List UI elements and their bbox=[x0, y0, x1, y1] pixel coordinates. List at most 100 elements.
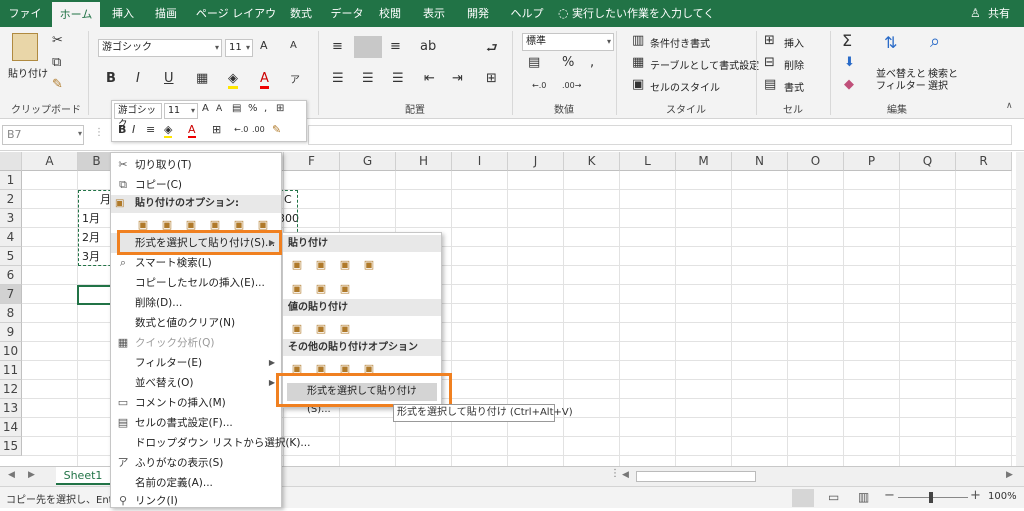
sub-keep-source-format-icon[interactable]: ▣ bbox=[359, 255, 379, 275]
conditional-format-button[interactable]: 条件付き書式 bbox=[650, 35, 710, 50]
column-header[interactable]: Q bbox=[900, 152, 956, 171]
increase-indent-icon[interactable]: ⇥ bbox=[452, 71, 463, 86]
align-left-icon[interactable]: ☰ bbox=[332, 71, 344, 86]
paste-label[interactable]: 貼り付け bbox=[8, 65, 48, 80]
orientation-icon[interactable]: ab bbox=[420, 39, 436, 54]
increase-decimal-icon[interactable]: ←.0 bbox=[532, 81, 546, 90]
sub-keep-column-widths-icon[interactable]: ▣ bbox=[311, 279, 331, 299]
mini-shrink-font-icon[interactable]: A bbox=[216, 104, 222, 114]
copy-icon[interactable]: ⧉ bbox=[52, 55, 61, 70]
delete-cells-icon[interactable]: ⊟ bbox=[764, 55, 775, 70]
sort-filter-icon[interactable]: ⇅ bbox=[884, 33, 897, 52]
sub-values-icon[interactable]: ▣ bbox=[287, 319, 307, 339]
menu-cut[interactable]: ✂ 切り取り(T) bbox=[111, 155, 281, 175]
zoom-slider-thumb[interactable] bbox=[929, 492, 933, 503]
row-header[interactable]: 15 bbox=[0, 437, 22, 456]
normal-view-icon[interactable] bbox=[792, 489, 814, 507]
number-format-combo[interactable]: 標準 ▾ bbox=[522, 33, 614, 51]
mini-grow-font-icon[interactable]: A bbox=[202, 103, 209, 114]
bold-icon[interactable]: B bbox=[106, 71, 116, 86]
zoom-slider[interactable] bbox=[898, 497, 968, 498]
page-break-view-icon[interactable]: ▥ bbox=[858, 490, 869, 504]
percent-icon[interactable]: % bbox=[562, 55, 574, 70]
paste-icon[interactable] bbox=[12, 33, 38, 61]
column-header[interactable]: O bbox=[788, 152, 844, 171]
formula-input[interactable] bbox=[308, 125, 1012, 145]
accounting-format-icon[interactable]: ▤ bbox=[528, 55, 540, 70]
format-painter-icon[interactable]: ✎ bbox=[52, 77, 63, 92]
split-handle-icon[interactable]: ⋮ bbox=[610, 468, 620, 479]
align-right-icon[interactable]: ☰ bbox=[392, 71, 404, 86]
conditional-format-icon[interactable]: ▥ bbox=[632, 33, 644, 48]
sub-transpose-icon[interactable]: ▣ bbox=[335, 279, 355, 299]
mini-currency-icon[interactable]: ▤ bbox=[232, 103, 241, 114]
page-layout-view-icon[interactable]: ▭ bbox=[828, 490, 839, 504]
delete-cells-button[interactable]: 削除 bbox=[784, 57, 804, 72]
border-icon[interactable]: ▦ bbox=[196, 71, 208, 86]
menu-clear[interactable]: 数式と値のクリア(N) bbox=[111, 313, 281, 333]
mini-fill-color-icon[interactable]: ◈ bbox=[164, 123, 173, 138]
grow-font-icon[interactable]: A bbox=[260, 39, 268, 52]
tab-home[interactable]: ホーム bbox=[52, 2, 100, 27]
tab-help[interactable]: ヘルプ bbox=[506, 0, 548, 27]
mini-percent-icon[interactable]: % bbox=[248, 103, 258, 114]
row-header[interactable]: 1 bbox=[0, 171, 22, 190]
mini-bold-icon[interactable]: B bbox=[118, 123, 126, 136]
column-header[interactable]: J bbox=[508, 152, 564, 171]
tab-draw[interactable]: 描画 bbox=[148, 0, 184, 27]
column-header[interactable]: H bbox=[396, 152, 452, 171]
scroll-left-icon[interactable]: ◀ bbox=[8, 470, 15, 480]
share-button[interactable]: 共有 bbox=[984, 0, 1014, 27]
sub-no-borders-icon[interactable]: ▣ bbox=[287, 279, 307, 299]
cut-icon[interactable]: ✂ bbox=[52, 33, 63, 48]
phonetic-guide-icon[interactable]: ア bbox=[290, 71, 300, 86]
italic-icon[interactable]: I bbox=[136, 71, 140, 86]
mini-italic-icon[interactable]: I bbox=[132, 123, 135, 136]
align-bottom-icon[interactable]: ≡ bbox=[390, 39, 401, 54]
column-header[interactable]: I bbox=[452, 152, 508, 171]
tab-formulas[interactable]: 数式 bbox=[286, 0, 316, 27]
menu-link[interactable]: ⚲ リンク(I) bbox=[111, 491, 281, 511]
menu-insert-comment[interactable]: ▭ コメントの挿入(M) bbox=[111, 393, 281, 413]
mini-border-icon[interactable]: ⊞ bbox=[276, 103, 284, 114]
row-header[interactable]: 11 bbox=[0, 361, 22, 380]
mini-increase-decimal-icon[interactable]: ←.0 bbox=[234, 125, 248, 134]
zoom-level[interactable]: 100% bbox=[988, 491, 1017, 502]
tab-data[interactable]: データ bbox=[328, 0, 366, 27]
align-top-icon[interactable]: ≡ bbox=[332, 39, 343, 54]
underline-icon[interactable]: U bbox=[164, 71, 174, 86]
zoom-in-icon[interactable]: + bbox=[970, 488, 981, 503]
row-header[interactable]: 9 bbox=[0, 323, 22, 342]
menu-phonetic[interactable]: アふりがなの表示(S) bbox=[111, 453, 281, 473]
font-size-combo[interactable]: 11 ▾ bbox=[225, 39, 253, 57]
sub-values-number-icon[interactable]: ▣ bbox=[311, 319, 331, 339]
format-cells-button[interactable]: 書式 bbox=[784, 79, 804, 94]
menu-filter[interactable]: フィルター(E) ▶ bbox=[111, 353, 281, 373]
find-select-label-2[interactable]: 選択 bbox=[928, 77, 948, 92]
wrap-text-icon[interactable]: ⮐ bbox=[486, 39, 498, 61]
select-all-corner[interactable] bbox=[0, 152, 22, 171]
tab-review[interactable]: 校閲 bbox=[374, 0, 406, 27]
active-cell-b7[interactable] bbox=[77, 285, 113, 305]
column-header[interactable]: R bbox=[956, 152, 1012, 171]
mini-font-color-icon[interactable]: A bbox=[188, 123, 196, 138]
mini-align-icon[interactable]: ≡ bbox=[146, 123, 155, 136]
decrease-indent-icon[interactable]: ⇤ bbox=[424, 71, 435, 86]
collapse-ribbon-icon[interactable]: ∧ bbox=[1006, 101, 1013, 111]
insert-cells-icon[interactable]: ⊞ bbox=[764, 33, 775, 48]
mini-border2-icon[interactable]: ⊞ bbox=[212, 123, 221, 136]
column-header[interactable]: K bbox=[564, 152, 620, 171]
insert-cells-button[interactable]: 挿入 bbox=[784, 35, 804, 50]
tab-insert[interactable]: 挿入 bbox=[106, 0, 140, 27]
row-header[interactable]: 14 bbox=[0, 418, 22, 437]
menu-dropdown-pick[interactable]: ドロップダウン リストから選択(K)... bbox=[111, 433, 310, 453]
row-header[interactable]: 10 bbox=[0, 342, 22, 361]
decrease-decimal-icon[interactable]: .00→ bbox=[562, 81, 581, 90]
menu-sort[interactable]: 並べ替え(O) ▶ bbox=[111, 373, 281, 393]
tell-me-box[interactable]: 実行したい作業を入力してください bbox=[572, 0, 722, 47]
vertical-scrollbar[interactable] bbox=[1016, 152, 1024, 472]
column-header[interactable]: G bbox=[340, 152, 396, 171]
align-center-icon[interactable]: ☰ bbox=[362, 71, 374, 86]
column-header[interactable]: A bbox=[22, 152, 78, 171]
align-middle-icon[interactable] bbox=[354, 36, 382, 58]
